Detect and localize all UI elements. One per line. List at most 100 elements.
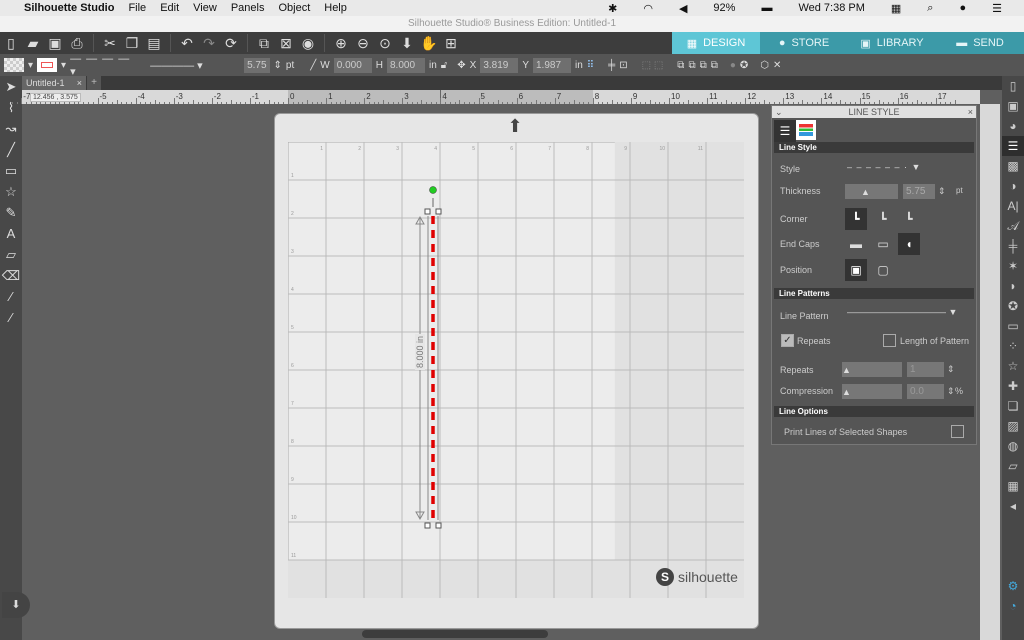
length-of-pattern-checkbox[interactable]: [883, 334, 896, 347]
zoom-select-icon[interactable]: ⊙: [375, 34, 395, 52]
add-tab-button[interactable]: +: [87, 76, 101, 90]
zoom-out-icon[interactable]: ⊖: [353, 34, 373, 52]
line-icon[interactable]: ╱: [0, 139, 22, 160]
fill-palette-icon[interactable]: ◕: [1002, 116, 1024, 136]
star-icon[interactable]: ☆: [0, 181, 22, 202]
line-style-tab-icon[interactable]: ☰: [774, 120, 796, 142]
offset-icon[interactable]: ◗: [1002, 276, 1024, 296]
zoom-in-icon[interactable]: ⊕: [331, 34, 351, 52]
position-center-icon[interactable]: ▣: [845, 259, 867, 281]
menu-file[interactable]: File: [128, 2, 146, 14]
line-pattern-select[interactable]: ———— ▾: [150, 59, 230, 72]
style-select[interactable]: – – – – – – · ▼: [847, 162, 921, 172]
y-field[interactable]: 1.987: [533, 57, 571, 73]
menu-panels[interactable]: Panels: [231, 2, 265, 14]
offset-star-icon[interactable]: ✪: [1002, 296, 1024, 316]
menu-edit[interactable]: Edit: [160, 2, 179, 14]
copy-icon[interactable]: ❐: [122, 34, 142, 52]
offset-star-icon[interactable]: ✪: [740, 60, 748, 71]
send-back-icon[interactable]: ⧉: [700, 60, 707, 71]
fill-pattern-icon[interactable]: ▩: [1002, 156, 1024, 176]
sync-icon[interactable]: ◔: [1002, 596, 1024, 616]
release-icon[interactable]: ◉: [298, 34, 318, 52]
modify-icon[interactable]: ✶: [1002, 256, 1024, 276]
chevron-down-icon[interactable]: ▾: [61, 60, 66, 71]
vertical-ruler[interactable]: [980, 104, 1000, 640]
star-outline-icon[interactable]: ☆: [1002, 356, 1024, 376]
pan-down-icon[interactable]: ⬇: [397, 34, 417, 52]
corner-miter-icon[interactable]: ┗: [898, 208, 920, 230]
cut-icon[interactable]: ✂: [100, 34, 120, 52]
wifi-icon[interactable]: ◠: [643, 2, 653, 15]
select-arrow-icon[interactable]: ➤: [0, 76, 22, 97]
x-field[interactable]: 3.819: [480, 57, 519, 73]
eyedropper-icon[interactable]: ⁄: [0, 307, 22, 328]
move-icon[interactable]: ✥: [457, 60, 465, 71]
selected-line[interactable]: [400, 180, 460, 530]
rectangle-icon[interactable]: ▭: [0, 160, 22, 181]
flag-icon[interactable]: ▦: [891, 2, 901, 15]
new-file-icon[interactable]: ▯: [1, 34, 21, 52]
clock[interactable]: Wed 7:38 PM: [798, 2, 864, 14]
hatch-icon[interactable]: ▨: [1002, 416, 1024, 436]
thickness-stepper[interactable]: ⇕: [274, 60, 282, 71]
ungroup-icon[interactable]: ⊠: [276, 34, 296, 52]
repeats-slider[interactable]: ▲: [842, 362, 902, 377]
resize-handle[interactable]: [435, 208, 442, 215]
open-folder-icon[interactable]: ▰: [23, 34, 43, 52]
send-backward-icon[interactable]: ⧉: [711, 60, 718, 71]
text-icon[interactable]: A: [0, 223, 22, 244]
collapse-arrow-icon[interactable]: ◂: [1002, 496, 1024, 516]
width-field[interactable]: 0.000: [333, 57, 372, 73]
transform-icon[interactable]: ⬚ ⬚: [642, 60, 664, 71]
weld-icon[interactable]: ●: [730, 60, 736, 71]
thickness-input[interactable]: 5.75: [903, 184, 935, 199]
repeats-checkbox[interactable]: ✓: [781, 334, 794, 347]
panel-close-icon[interactable]: ×: [968, 106, 973, 118]
text-style-icon[interactable]: A|: [1002, 196, 1024, 216]
bring-forward-icon[interactable]: ⧉: [688, 60, 695, 71]
repeats-input[interactable]: 1: [907, 362, 944, 377]
print-lines-checkbox[interactable]: [951, 425, 964, 438]
align-icon[interactable]: ╪: [608, 60, 615, 71]
sketch-icon[interactable]: ⁘: [1002, 336, 1024, 356]
height-field[interactable]: 8.000: [386, 57, 425, 73]
rhinestone-icon[interactable]: ◍: [1002, 436, 1024, 456]
paste-icon[interactable]: ▤: [144, 34, 164, 52]
bluetooth-icon[interactable]: ✱: [608, 2, 617, 15]
menu-app[interactable]: Silhouette Studio: [24, 2, 114, 14]
resize-handle[interactable]: [424, 522, 431, 529]
page-setup-icon[interactable]: ▯: [1002, 76, 1024, 96]
redo-icon[interactable]: ↷: [199, 34, 219, 52]
pixscan-icon[interactable]: ▣: [1002, 96, 1024, 116]
volume-icon[interactable]: ◀: [679, 2, 687, 15]
resize-handle[interactable]: [435, 522, 442, 529]
anchor-grid-icon[interactable]: ⠿: [587, 60, 594, 71]
corner-round-icon[interactable]: ┗: [845, 208, 867, 230]
menu-help[interactable]: Help: [324, 2, 347, 14]
corner-bevel-icon[interactable]: ┗: [872, 208, 894, 230]
thickness-slider[interactable]: ▲: [845, 184, 898, 199]
endcap-round-icon[interactable]: ◖: [898, 233, 920, 255]
endcap-square-icon[interactable]: ▭: [872, 233, 894, 255]
line-pattern-select[interactable]: ——————————— ▼: [847, 307, 957, 317]
hand-icon[interactable]: ✋: [419, 34, 439, 52]
bring-front-icon[interactable]: ⧉: [677, 60, 684, 71]
settings-gear-icon[interactable]: ⚙: [1002, 576, 1024, 596]
warp-icon[interactable]: ▦: [1002, 476, 1024, 496]
bezier-icon[interactable]: ↝: [0, 118, 22, 139]
shear-icon[interactable]: ▱: [1002, 456, 1024, 476]
knife-icon[interactable]: ∕: [0, 286, 22, 307]
battery-percent[interactable]: 92%: [713, 2, 735, 14]
endcap-butt-icon[interactable]: ▬: [845, 233, 867, 255]
repeats-stepper[interactable]: ⇕: [947, 364, 955, 375]
position-inside-icon[interactable]: ▢: [872, 259, 894, 281]
horizontal-ruler[interactable]: -7-6-5-4-3-2-101234567891011121314151617: [11, 90, 980, 104]
thickness-stepper[interactable]: ⇕: [938, 186, 946, 197]
spotlight-search-icon[interactable]: ⌕: [927, 2, 933, 15]
thickness-field[interactable]: 5.75: [244, 57, 270, 73]
fit-page-icon[interactable]: ⊞: [441, 34, 461, 52]
puzzle-icon[interactable]: ✚: [1002, 376, 1024, 396]
layers-icon[interactable]: ❏: [1002, 396, 1024, 416]
save-icon[interactable]: ▣: [45, 34, 65, 52]
